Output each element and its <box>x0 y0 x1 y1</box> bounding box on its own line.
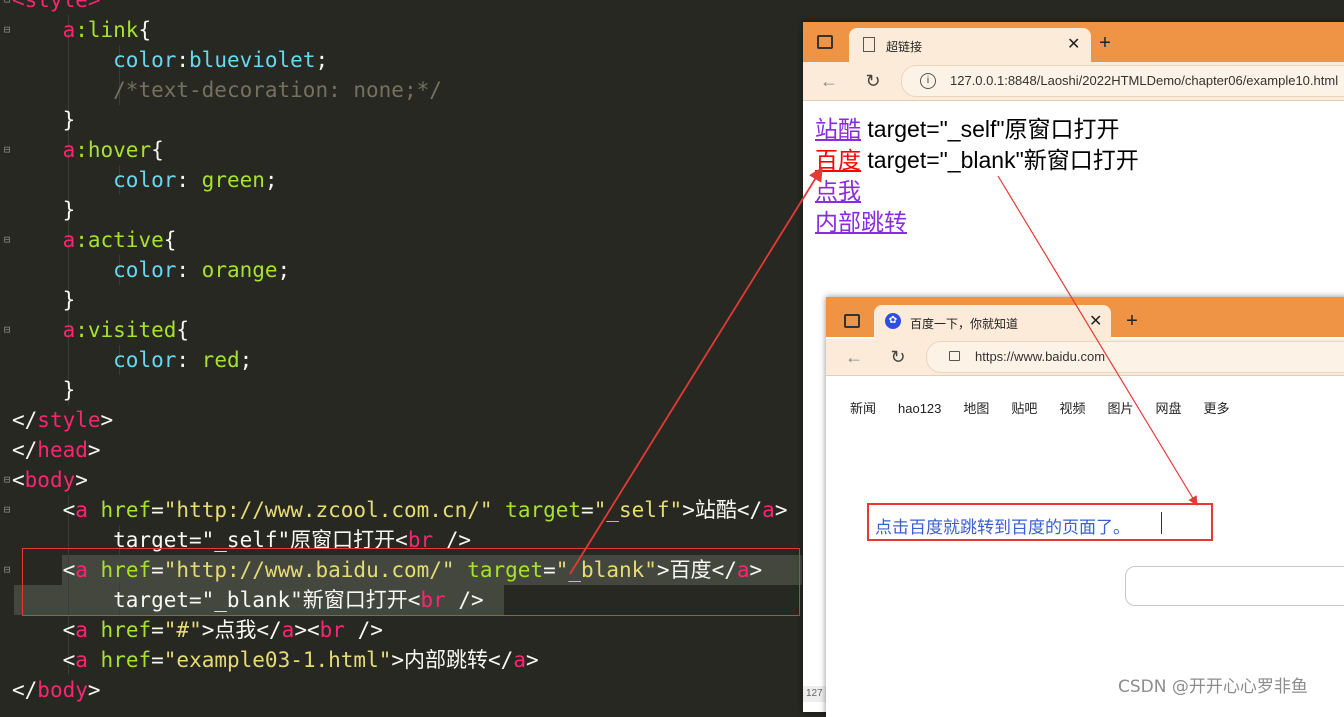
arrow-code-to-link <box>569 166 823 575</box>
arrow-link-to-new-window <box>997 175 1198 506</box>
csdn-watermark: CSDN @开开心心罗非鱼 <box>1118 677 1308 697</box>
annotation-arrows <box>569 166 1198 575</box>
